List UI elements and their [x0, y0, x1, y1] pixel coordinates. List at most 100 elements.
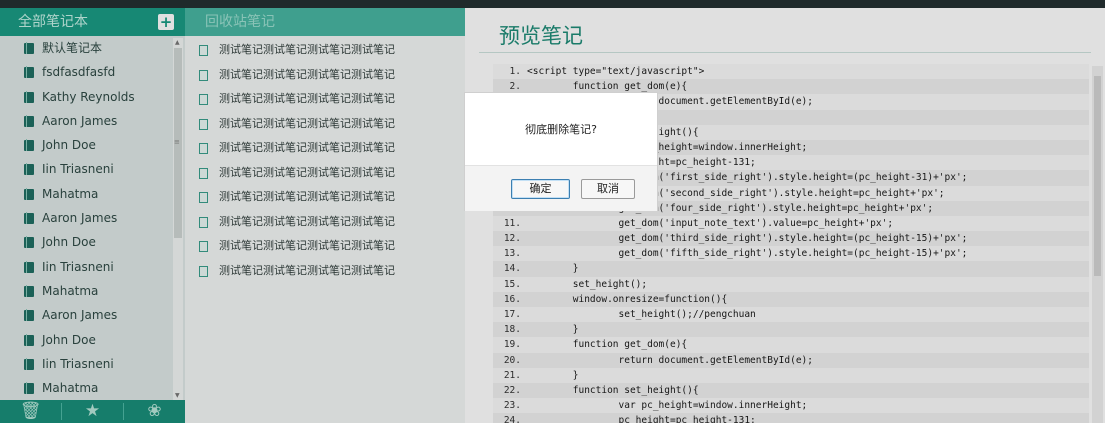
line-number: 1.	[509, 66, 521, 77]
document-icon	[199, 241, 208, 252]
delete-confirm-dialog: 彻底删除笔记? 确定 取消	[464, 92, 658, 211]
note-title: 测试笔记测试笔记测试笔记测试笔记	[219, 263, 395, 277]
document-icon	[199, 143, 208, 154]
code-text: function set_height(){	[527, 384, 699, 396]
code-text: set_height();//pengchuan	[527, 309, 756, 320]
trash-icon[interactable]: 🗑	[0, 400, 61, 423]
line-number: 15.	[503, 278, 521, 290]
line-number: 13.	[503, 248, 521, 260]
document-icon	[199, 69, 208, 81]
note-item[interactable]: 测试笔记测试笔记测试笔记测试笔记	[185, 38, 465, 63]
code-line: 14. }	[493, 261, 1089, 277]
notebook-item[interactable]: Mahatma	[0, 279, 175, 303]
note-title: 测试笔记测试笔记测试笔记测试笔记	[219, 165, 395, 179]
notebook-item[interactable]: Aaron James	[0, 303, 175, 327]
line-number: 19.	[503, 339, 521, 351]
sidebar-scrollbar[interactable]: ▲ ≡ ▼	[173, 38, 183, 402]
line-number: 16.	[503, 293, 521, 305]
note-item[interactable]: 测试笔记测试笔记测试笔记测试笔记	[185, 234, 465, 259]
code-text: return document.getElementById(e);	[527, 354, 813, 366]
code-text: function get_dom(e){	[527, 339, 688, 351]
notebook-icon	[24, 382, 34, 395]
note-title: 测试笔记测试笔记测试笔记测试笔记	[219, 67, 395, 81]
code-text: }	[527, 263, 579, 275]
scroll-up-icon[interactable]: ▲	[175, 39, 180, 46]
dialog-message: 彻底删除笔记?	[525, 123, 597, 136]
notebook-item[interactable]: John Doe	[0, 328, 175, 352]
notebook-item[interactable]: Iin Triasneni	[0, 255, 175, 279]
notebook-icon	[24, 309, 34, 322]
notebook-item[interactable]: Mahatma	[0, 376, 175, 400]
notebook-label: John Doe	[42, 235, 96, 250]
notebook-icon	[24, 357, 34, 370]
notebook-label: Mahatma	[42, 283, 99, 298]
code-text: function get_dom(e){	[527, 81, 688, 93]
notebook-label: John Doe	[42, 332, 96, 347]
code-text: }	[527, 369, 579, 381]
document-icon	[199, 216, 208, 228]
notebook-label: fsdfasdfasfd	[42, 65, 116, 80]
code-line: 19. function get_dom(e){	[493, 337, 1089, 352]
document-icon	[199, 45, 208, 56]
preview-scrollbar[interactable]	[1092, 66, 1103, 423]
sidebar-header: 全部笔记本 +	[0, 8, 185, 36]
note-item[interactable]: 测试笔记测试笔记测试笔记测试笔记	[185, 136, 465, 161]
notebook-label: Mahatma	[42, 381, 99, 396]
code-text: window.onresize=function(){	[527, 293, 728, 305]
notebook-icon	[24, 114, 34, 127]
note-item[interactable]: 测试笔记测试笔记测试笔记测试笔记	[185, 87, 465, 112]
notebook-item[interactable]: fsdfasdfasfd	[0, 60, 175, 84]
paw-icon[interactable]: ❀	[124, 400, 185, 423]
grip-icon: ≡	[174, 138, 180, 146]
notebook-item[interactable]: John Doe	[0, 133, 175, 157]
title-divider	[479, 52, 1091, 53]
code-text: get_dom('fifth_side_right').style.height…	[527, 248, 968, 260]
note-title: 测试笔记测试笔记测试笔记测试笔记	[219, 141, 395, 154]
line-number: 18.	[503, 324, 521, 336]
note-item[interactable]: 测试笔记测试笔记测试笔记测试笔记	[185, 259, 465, 284]
cancel-button[interactable]: 取消	[581, 179, 635, 199]
note-item[interactable]: 测试笔记测试笔记测试笔记测试笔记	[185, 185, 465, 210]
notebook-label: Aaron James	[42, 308, 118, 323]
plus-icon[interactable]: +	[158, 14, 174, 30]
code-line: 13. get_dom('fifth_side_right').style.he…	[493, 246, 1089, 261]
code-text: var pc_height=window.innerHeight;	[527, 400, 808, 412]
confirm-button[interactable]: 确定	[511, 179, 570, 199]
notebook-label: Kathy Reynolds	[42, 89, 135, 104]
scroll-down-icon[interactable]: ▼	[175, 392, 180, 399]
sidebar-title[interactable]: 全部笔记本	[18, 8, 88, 36]
line-number: 17.	[503, 309, 521, 320]
note-item[interactable]: 测试笔记测试笔记测试笔记测试笔记	[185, 210, 465, 235]
notebook-item[interactable]: 默认笔记本	[0, 36, 175, 60]
notebook-label: Iin Triasneni	[42, 162, 114, 177]
notebook-item[interactable]: Aaron James	[0, 206, 175, 230]
scrollbar-thumb[interactable]	[1094, 76, 1101, 276]
code-line: 23. var pc_height=window.innerHeight;	[493, 398, 1089, 413]
notebook-icon	[24, 284, 34, 297]
notebook-item[interactable]: Kathy Reynolds	[0, 85, 175, 109]
notebook-item[interactable]: Iin Triasneni	[0, 157, 175, 181]
notebook-item[interactable]: Aaron James	[0, 109, 175, 133]
document-icon	[199, 265, 208, 277]
notebook-icon	[24, 236, 34, 249]
code-text: pc_height=pc_height-131;	[527, 415, 756, 423]
notebook-item[interactable]: Iin Triasneni	[0, 352, 175, 376]
recycle-title[interactable]: 回收站笔记	[205, 8, 275, 36]
notebook-icon	[24, 333, 34, 346]
star-icon[interactable]: ★	[62, 400, 123, 423]
code-line: 12. get_dom('third_side_right').style.he…	[493, 231, 1089, 247]
note-item[interactable]: 测试笔记测试笔记测试笔记测试笔记	[185, 112, 465, 137]
note-item[interactable]: 测试笔记测试笔记测试笔记测试笔记	[185, 63, 465, 88]
notebook-label: Aaron James	[42, 211, 118, 226]
notebook-item[interactable]: John Doe	[0, 230, 175, 254]
note-title: 测试笔记测试笔记测试笔记测试笔记	[219, 239, 395, 252]
notebook-item[interactable]: Mahatma	[0, 182, 175, 206]
notebook-label: Aaron James	[42, 113, 118, 128]
notebook-icon	[24, 139, 34, 152]
notebook-icon	[24, 66, 34, 79]
line-number: 11.	[503, 217, 521, 229]
preview-pane: 预览笔记 1. <script type="text/javascript"> 2.…	[465, 8, 1105, 423]
recycle-header: 回收站笔记	[185, 8, 465, 36]
code-line: 15. set_height();	[493, 277, 1089, 292]
note-item[interactable]: 测试笔记测试笔记测试笔记测试笔记	[185, 161, 465, 186]
